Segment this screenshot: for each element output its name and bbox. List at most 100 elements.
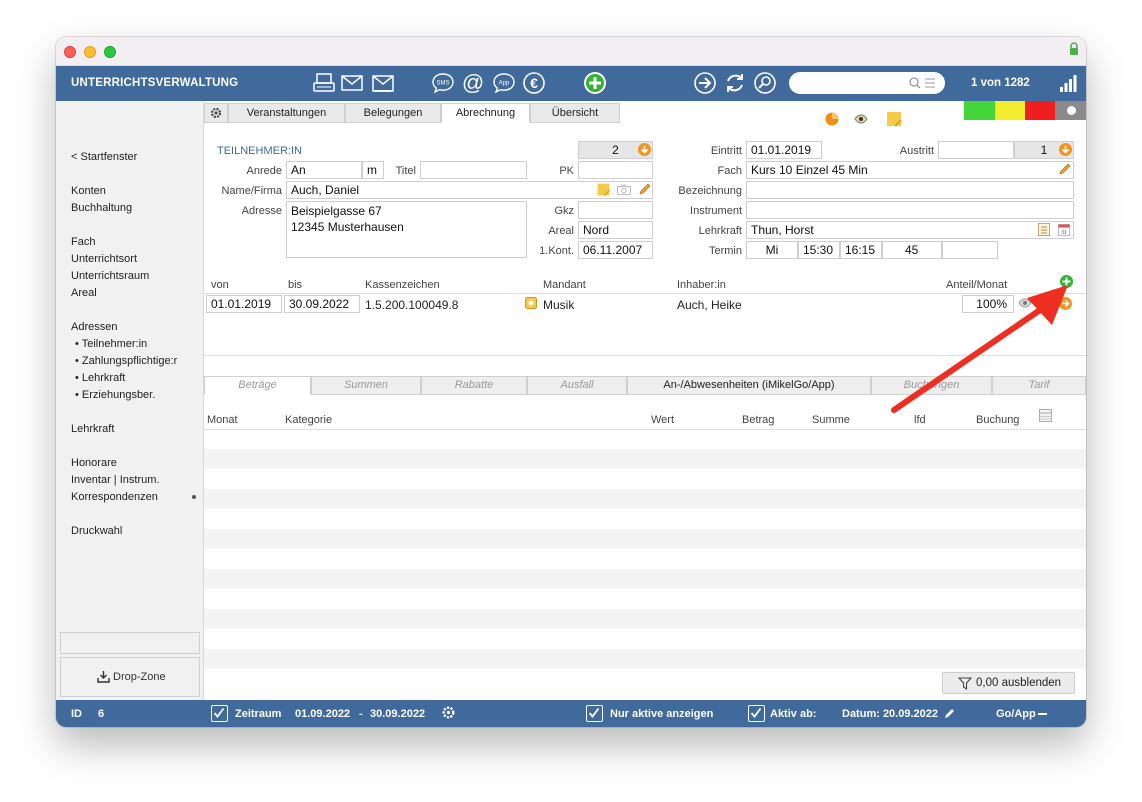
dropdown-arrow-icon[interactable] (638, 143, 651, 156)
row-eye-icon[interactable] (1018, 298, 1032, 308)
fach-pencil-icon[interactable] (1058, 162, 1071, 176)
sidebar-item-druckwahl[interactable]: Druckwahl (71, 525, 122, 537)
tab-tarif[interactable]: Tarif (992, 376, 1086, 395)
app-icon[interactable]: App (492, 71, 516, 95)
status-red[interactable] (1025, 101, 1055, 120)
add-record-icon[interactable] (583, 71, 607, 95)
printer-icon[interactable] (312, 71, 336, 95)
note-icon[interactable] (886, 111, 902, 127)
zoom-window-button[interactable] (104, 46, 116, 58)
bezeichnung-label: Bezeichnung (678, 185, 742, 197)
sidebar-item-korrespondenzen[interactable]: Korrespondenzen (71, 491, 158, 503)
filter-icon (958, 677, 972, 690)
row-bis[interactable]: 30.09.2022 (284, 295, 360, 313)
sidebar-item-teilnehmer[interactable]: • Teilnehmer:in (75, 338, 147, 350)
termin-from-field[interactable]: 15:30 (798, 241, 840, 259)
pie-chart-icon[interactable] (825, 112, 839, 126)
settings-gear-icon[interactable] (441, 705, 456, 720)
kont-field[interactable]: 06.11.2007 (578, 241, 653, 259)
bezeichnung-field[interactable] (746, 181, 1074, 199)
zeitraum-separator: - (359, 708, 363, 720)
nur-aktive-checkbox[interactable] (586, 705, 603, 722)
search-input[interactable] (789, 72, 945, 94)
row-go-icon[interactable] (1059, 297, 1072, 310)
zeitraum-to[interactable]: 30.09.2022 (370, 708, 425, 720)
hide-zero-button[interactable]: 0,00 ausblenden (942, 672, 1075, 694)
tab-summen[interactable]: Summen (311, 376, 421, 395)
settings-tab[interactable] (204, 103, 228, 123)
tab-buchungen[interactable]: Buchungen (871, 376, 992, 395)
sidebar-item-adressen[interactable]: Adressen (71, 321, 117, 333)
tab-veranstaltungen[interactable]: Veranstaltungen (228, 103, 345, 123)
status-yellow[interactable] (995, 101, 1025, 120)
sidebar-item-unterrichtsort[interactable]: Unterrichtsort (71, 253, 137, 265)
minus-icon[interactable] (1038, 713, 1047, 715)
datum-label[interactable]: Datum: 20.09.2022 (842, 708, 938, 720)
status-toggle[interactable] (1055, 101, 1086, 120)
zeitraum-checkbox[interactable] (211, 705, 228, 722)
eye-icon[interactable] (854, 114, 868, 124)
table-settings-icon[interactable] (1039, 409, 1052, 422)
sidebar-item-unterrichtsraum[interactable]: Unterrichtsraum (71, 270, 149, 282)
row-anteil[interactable]: 100% (962, 295, 1014, 313)
tab-rabatte[interactable]: Rabatte (421, 376, 527, 395)
sms-icon[interactable]: SMS (431, 71, 455, 95)
mail-icon[interactable] (340, 71, 364, 95)
termin-duration-field[interactable]: 45 (882, 241, 942, 259)
fach-field[interactable]: Kurs 10 Einzel 45 Min (746, 161, 1074, 179)
camera-icon[interactable] (617, 184, 631, 195)
sidebar-item-konten[interactable]: Konten (71, 185, 106, 197)
austritt-dropdown-icon[interactable] (1059, 143, 1072, 156)
tab-abrechnung[interactable]: Abrechnung (441, 103, 530, 123)
edit-date-pencil-icon[interactable] (943, 707, 956, 720)
goapp-label[interactable]: Go/App (996, 708, 1036, 720)
gkz-field[interactable] (578, 201, 653, 219)
sidebar-item-areal[interactable]: Areal (71, 287, 97, 299)
termin-extra-field[interactable] (942, 241, 998, 259)
titel-field[interactable] (420, 161, 527, 179)
calendar-icon[interactable]: 31 (1058, 223, 1070, 236)
sidebar-item-zahlungspflichtige[interactable]: • Zahlungspflichtige:r (75, 355, 177, 367)
instrument-field[interactable] (746, 201, 1074, 219)
sidebar-item-inventar[interactable]: Inventar | Instrum. (71, 474, 159, 486)
termin-to-field[interactable]: 16:15 (840, 241, 882, 259)
next-arrow-icon[interactable] (693, 71, 717, 95)
sidebar-item-startfenster[interactable]: < Startfenster (71, 151, 137, 163)
eintritt-field[interactable]: 01.01.2019 (746, 141, 822, 159)
minimize-window-button[interactable] (84, 46, 96, 58)
pk-field[interactable] (578, 161, 653, 179)
areal-field[interactable]: Nord (578, 221, 653, 239)
add-payer-icon[interactable] (1060, 275, 1073, 288)
tab-abwesenheiten[interactable]: An-/Abwesenheiten (iMikelGo/App) (627, 376, 871, 395)
sidebar-item-lehrkraft[interactable]: Lehrkraft (71, 423, 114, 435)
sidebar-item-lehrkraft-sub[interactable]: • Lehrkraft (75, 372, 125, 384)
tab-betraege[interactable]: Beträge (204, 376, 311, 395)
pencil-icon[interactable] (638, 182, 651, 196)
drop-zone[interactable]: Drop-Zone (60, 657, 200, 697)
adresse-field[interactable]: Beispielgasse 67 12345 Musterhausen (286, 201, 527, 258)
euro-icon[interactable]: € (522, 71, 546, 95)
search-record-icon[interactable] (753, 71, 777, 95)
sidebar-item-buchhaltung[interactable]: Buchhaltung (71, 202, 132, 214)
tab-ausfall[interactable]: Ausfall (527, 376, 627, 395)
tab-uebersicht[interactable]: Übersicht (530, 103, 620, 123)
status-green[interactable] (964, 101, 995, 120)
sidebar-item-fach[interactable]: Fach (71, 236, 95, 248)
austritt-field[interactable] (938, 141, 1014, 159)
gender-field[interactable]: m (362, 161, 384, 179)
refresh-icon[interactable] (723, 71, 747, 95)
note-small-icon[interactable] (597, 183, 610, 196)
termin-day-field[interactable]: Mi (746, 241, 798, 259)
tab-belegungen[interactable]: Belegungen (345, 103, 441, 123)
at-icon[interactable]: @ (461, 71, 485, 95)
zeitraum-from[interactable]: 01.09.2022 (295, 708, 350, 720)
sidebar-item-erziehungsber[interactable]: • Erziehungsber. (75, 389, 155, 401)
lehrkraft-field[interactable]: Thun, Horst (746, 221, 1074, 239)
row-von[interactable]: 01.01.2019 (206, 295, 282, 313)
sidebar-item-honorare[interactable]: Honorare (71, 457, 117, 469)
close-window-button[interactable] (64, 46, 76, 58)
anrede-field[interactable]: An (286, 161, 362, 179)
aktiv-ab-checkbox[interactable] (748, 705, 765, 722)
list-icon[interactable] (1038, 223, 1050, 236)
letter-icon[interactable] (371, 71, 395, 95)
